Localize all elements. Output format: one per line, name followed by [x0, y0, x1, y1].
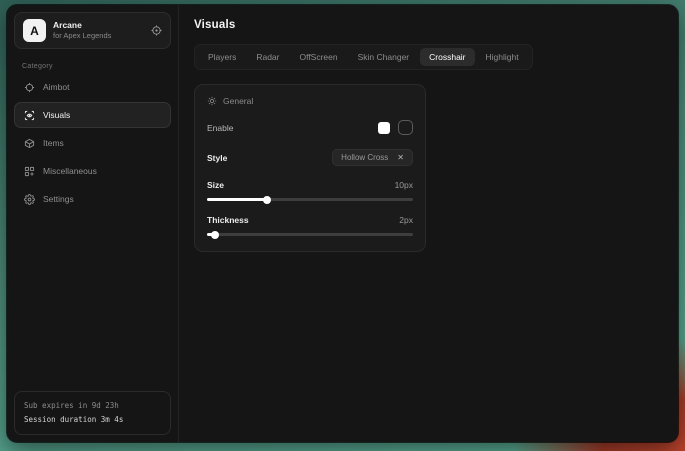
tab-skin-changer[interactable]: Skin Changer	[349, 48, 419, 66]
tab-bar: Players Radar OffScreen Skin Changer Cro…	[194, 44, 533, 70]
app-window: A Arcane for Apex Legends Category	[7, 5, 678, 442]
category-label: Category	[22, 63, 171, 70]
size-row: Size 10px	[207, 180, 413, 190]
target-icon[interactable]	[151, 25, 162, 36]
style-row: Style Hollow Cross ✕	[207, 149, 413, 166]
size-control: Size 10px	[207, 180, 413, 201]
session-duration-text: Session duration 3m 4s	[24, 413, 161, 427]
crosshair-icon	[24, 82, 35, 93]
brand-card: A Arcane for Apex Legends	[14, 12, 171, 49]
main-content: Visuals Players Radar OffScreen Skin Cha…	[179, 5, 678, 442]
style-value: Hollow Cross	[341, 153, 388, 162]
style-label: Style	[207, 153, 227, 163]
thickness-value: 2px	[399, 215, 413, 225]
sidebar-item-label: Visuals	[43, 110, 70, 120]
sidebar-item-items[interactable]: Items	[14, 130, 171, 156]
sidebar-item-label: Settings	[43, 194, 74, 204]
app-logo: A	[23, 19, 46, 42]
app-name: Arcane	[53, 20, 144, 31]
thickness-control: Thickness 2px	[207, 215, 413, 236]
size-slider-fill	[207, 198, 267, 201]
sidebar-item-visuals[interactable]: Visuals	[14, 102, 171, 128]
tab-highlight[interactable]: Highlight	[477, 48, 528, 66]
tab-players[interactable]: Players	[199, 48, 245, 66]
tab-radar[interactable]: Radar	[247, 48, 288, 66]
brand-text: Arcane for Apex Legends	[53, 20, 144, 41]
subscription-info-card: Sub expires in 9d 23h Session duration 3…	[14, 391, 171, 436]
enable-keybind-box[interactable]	[398, 120, 413, 135]
size-slider-thumb[interactable]	[263, 196, 271, 204]
grid-icon	[24, 166, 35, 177]
enable-checkbox[interactable]	[378, 122, 390, 134]
gear-icon	[24, 194, 35, 205]
thickness-label: Thickness	[207, 215, 249, 225]
sidebar: A Arcane for Apex Legends Category	[7, 5, 179, 442]
box-icon	[24, 138, 35, 149]
sidebar-item-label: Items	[43, 138, 64, 148]
sidebar-item-label: Aimbot	[43, 82, 69, 92]
sidebar-item-settings[interactable]: Settings	[14, 186, 171, 212]
size-value: 10px	[395, 180, 413, 190]
tab-crosshair[interactable]: Crosshair	[420, 48, 474, 66]
sidebar-nav: Aimbot Visuals Items	[14, 74, 171, 212]
sidebar-item-label: Miscellaneous	[43, 166, 97, 176]
scan-eye-icon	[24, 110, 35, 121]
size-slider[interactable]	[207, 198, 413, 201]
sun-gear-icon	[207, 96, 217, 106]
enable-label: Enable	[207, 123, 233, 133]
sidebar-item-aimbot[interactable]: Aimbot	[14, 74, 171, 100]
general-panel: General Enable Style Hollow Cross ✕ Size	[194, 84, 426, 252]
size-label: Size	[207, 180, 224, 190]
thickness-slider[interactable]	[207, 233, 413, 236]
app-subtitle: for Apex Legends	[53, 31, 144, 41]
panel-title: General	[223, 96, 253, 106]
tab-offscreen[interactable]: OffScreen	[291, 48, 347, 66]
style-chip[interactable]: Hollow Cross ✕	[332, 149, 413, 166]
page-title: Visuals	[194, 19, 663, 31]
enable-row: Enable	[207, 120, 413, 135]
thickness-row: Thickness 2px	[207, 215, 413, 225]
thickness-slider-thumb[interactable]	[211, 231, 219, 239]
sidebar-item-miscellaneous[interactable]: Miscellaneous	[14, 158, 171, 184]
sub-expires-text: Sub expires in 9d 23h	[24, 399, 161, 413]
close-icon[interactable]: ✕	[397, 154, 404, 162]
panel-header: General	[207, 96, 413, 106]
